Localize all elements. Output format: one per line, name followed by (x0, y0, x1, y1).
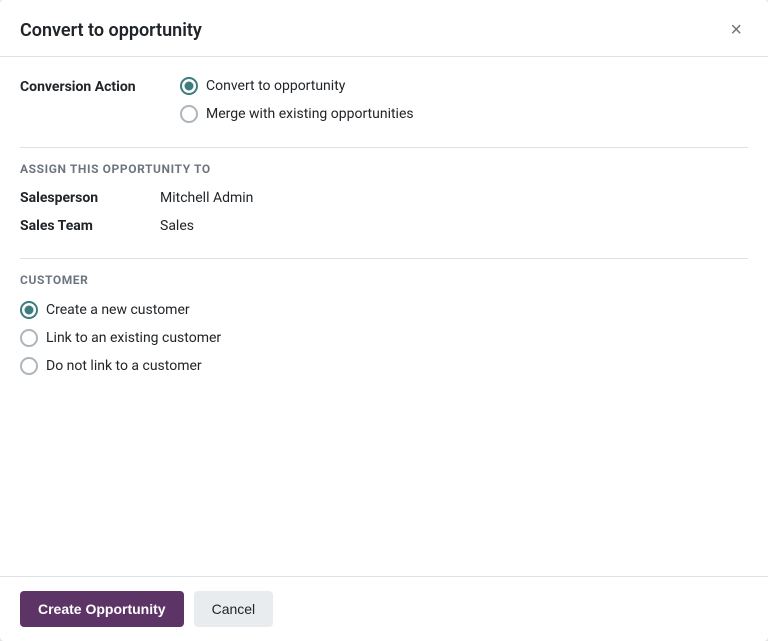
salesperson-label: Salesperson (20, 190, 160, 206)
radio-merge[interactable] (180, 105, 198, 123)
dialog-title: Convert to opportunity (20, 20, 202, 41)
conversion-action-radio-group: Convert to opportunity Merge with existi… (180, 77, 414, 123)
assign-section: ASSIGN THIS OPPORTUNITY TO Salesperson M… (20, 147, 748, 234)
customer-section: CUSTOMER Create a new customer Link to a… (20, 258, 748, 375)
radio-option-no-customer[interactable]: Do not link to a customer (20, 357, 748, 375)
radio-existing-customer[interactable] (20, 329, 38, 347)
convert-dialog: Convert to opportunity × Conversion Acti… (0, 0, 768, 641)
customer-heading: CUSTOMER (20, 273, 748, 287)
assign-heading: ASSIGN THIS OPPORTUNITY TO (20, 162, 748, 176)
radio-option-convert[interactable]: Convert to opportunity (180, 77, 414, 95)
radio-no-customer[interactable] (20, 357, 38, 375)
dialog-header: Convert to opportunity × (0, 0, 768, 57)
cancel-button[interactable]: Cancel (194, 591, 274, 627)
radio-option-existing-customer[interactable]: Link to an existing customer (20, 329, 748, 347)
radio-existing-customer-label: Link to an existing customer (46, 330, 221, 346)
salesperson-row: Salesperson Mitchell Admin (20, 190, 748, 206)
radio-merge-label: Merge with existing opportunities (206, 106, 414, 122)
sales-team-value: Sales (160, 218, 194, 234)
conversion-action-row: Conversion Action Convert to opportunity… (20, 77, 748, 123)
close-button[interactable]: × (724, 18, 748, 42)
radio-option-new-customer[interactable]: Create a new customer (20, 301, 748, 319)
radio-convert-label: Convert to opportunity (206, 78, 345, 94)
sales-team-label: Sales Team (20, 218, 160, 234)
customer-divider (20, 258, 748, 259)
salesperson-value: Mitchell Admin (160, 190, 253, 206)
dialog-footer: Create Opportunity Cancel (0, 576, 768, 641)
create-opportunity-button[interactable]: Create Opportunity (20, 591, 184, 627)
radio-new-customer[interactable] (20, 301, 38, 319)
conversion-action-label: Conversion Action (20, 77, 180, 95)
radio-option-merge[interactable]: Merge with existing opportunities (180, 105, 414, 123)
radio-no-customer-label: Do not link to a customer (46, 358, 202, 374)
radio-convert[interactable] (180, 77, 198, 95)
customer-radio-group: Create a new customer Link to an existin… (20, 301, 748, 375)
radio-new-customer-label: Create a new customer (46, 302, 190, 318)
sales-team-row: Sales Team Sales (20, 218, 748, 234)
assign-divider (20, 147, 748, 148)
dialog-body: Conversion Action Convert to opportunity… (0, 57, 768, 576)
